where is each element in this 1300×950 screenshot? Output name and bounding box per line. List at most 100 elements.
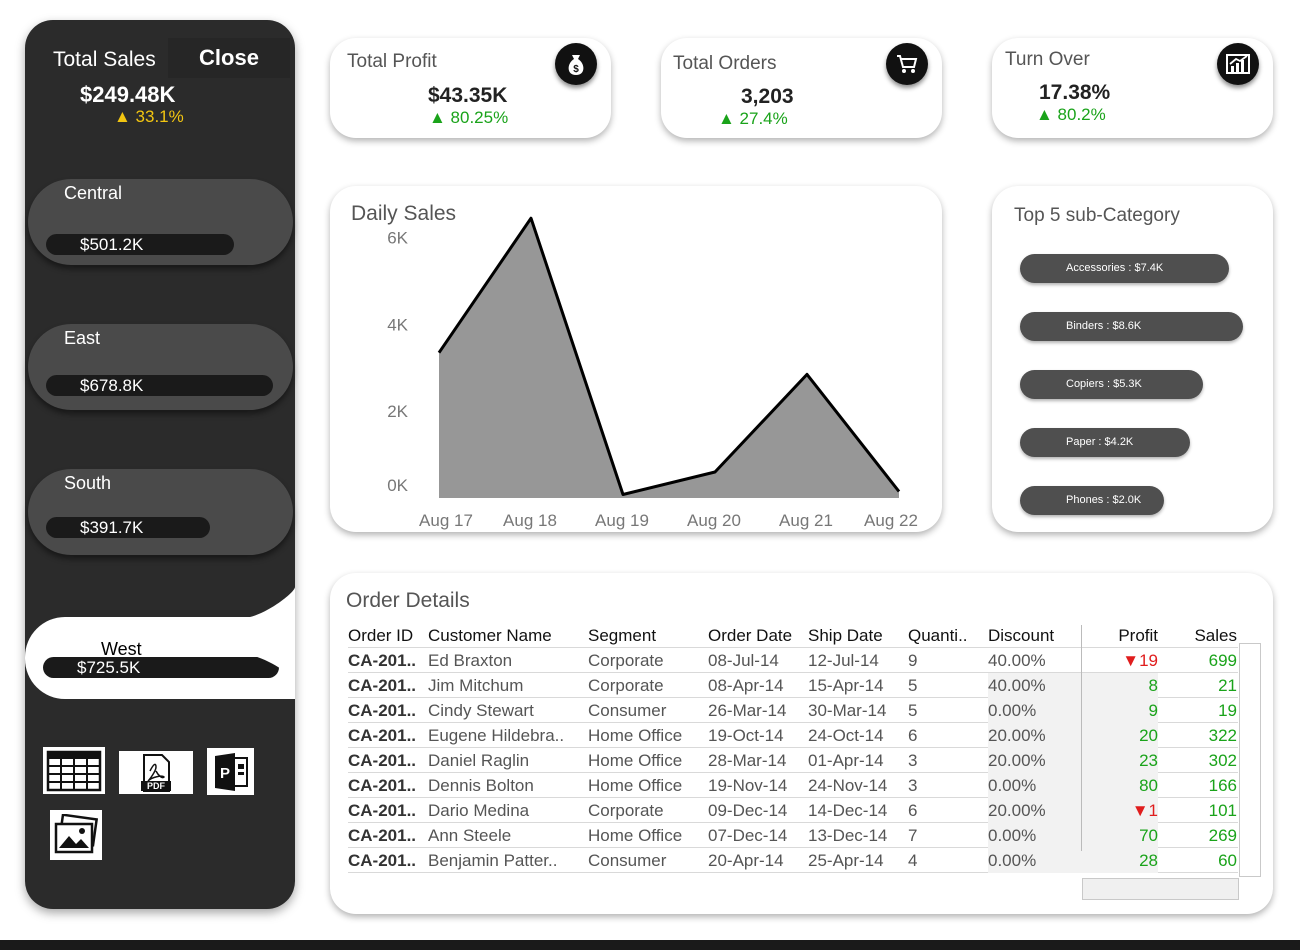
cell-order-date: 19-Oct-14 — [708, 726, 784, 745]
total-sales-title: Total Sales — [53, 48, 156, 71]
region-bar: $391.7K — [46, 517, 210, 538]
image-export-icon[interactable] — [50, 810, 102, 860]
cell-customer: Benjamin Patter.. — [428, 851, 558, 870]
table-export-icon[interactable] — [43, 747, 105, 794]
region-east[interactable]: East $678.8K — [28, 324, 293, 410]
cell-id: CA-201.. — [348, 826, 417, 845]
table-header: Order ID Customer Name Segment Order Date Sh… — [348, 623, 1238, 648]
column-header[interactable]: Discount — [988, 623, 1082, 648]
cell-sales: 19 — [1218, 701, 1237, 720]
cell-profit: 70 — [1082, 823, 1158, 848]
cell-order-date: 08-Jul-14 — [708, 651, 779, 670]
column-header[interactable]: Quanti.. — [908, 623, 986, 648]
column-header[interactable]: Ship Date — [808, 623, 906, 648]
subcategory-bar[interactable]: Copiers : $5.3K — [1020, 370, 1203, 399]
region-central[interactable]: Central $501.2K — [28, 179, 293, 265]
cell-segment: Home Office — [588, 826, 683, 845]
vertical-scrollbar[interactable] — [1239, 643, 1261, 877]
kpi-growth: ▲ 27.4% — [718, 109, 788, 128]
order-details-panel: Order Details Order ID Customer Name Segme… — [330, 573, 1273, 914]
cell-sales: 21 — [1218, 676, 1237, 695]
cell-profit: 20 — [1082, 723, 1158, 748]
daily-sales-chart: 6K 4K 2K 0K Aug 17 Aug 18 Aug 19 Aug 20 Aug 21 A… — [387, 216, 918, 530]
table-row[interactable]: CA-201.. Ann Steele Home Office 07-Dec-14 13… — [348, 823, 1238, 848]
cell-profit: 23 — [1082, 748, 1158, 773]
cell-customer: Daniel Raglin — [428, 751, 530, 770]
kpi-growth: ▲ 80.25% — [429, 108, 509, 127]
close-button[interactable]: Close — [168, 38, 290, 78]
horizontal-scrollbar[interactable] — [1082, 878, 1239, 900]
cell-order-date: 20-Apr-14 — [708, 851, 784, 870]
cell-ship-date: 12-Jul-14 — [808, 651, 879, 670]
cell-ship-date: 30-Mar-14 — [808, 701, 887, 720]
kpi-turn-over: Turn Over 17.38% ▲ 80.2% — [992, 38, 1273, 138]
cell-qty: 5 — [908, 676, 918, 695]
cell-discount: 20.00% — [988, 798, 1082, 823]
kpi-label: Total Profit — [347, 51, 437, 72]
table-row[interactable]: CA-201.. Dennis Bolton Home Office 19-Nov-1… — [348, 773, 1238, 798]
table-row[interactable]: CA-201.. Dario Medina Corporate 09-Dec-14 14… — [348, 798, 1238, 823]
kpi-growth: ▲ 80.2% — [1036, 105, 1106, 124]
powerpoint-export-icon[interactable]: P — [207, 748, 254, 795]
cell-ship-date: 25-Apr-14 — [808, 851, 884, 870]
cell-profit: 8 — [1082, 673, 1158, 698]
cell-ship-date: 01-Apr-14 — [808, 751, 884, 770]
cell-customer: Ann Steele — [428, 826, 512, 845]
cell-sales: 699 — [1208, 651, 1237, 670]
x-tick-label: Aug 18 — [503, 511, 557, 530]
top-subcategory-panel: Top 5 sub-Category Accessories : $7.4K B… — [992, 186, 1273, 532]
region-name: Central — [64, 183, 123, 203]
kpi-value: 17.38% — [1039, 81, 1111, 104]
column-header[interactable]: Segment — [588, 623, 706, 648]
column-header[interactable]: Order ID — [348, 623, 428, 648]
x-tick-label: Aug 21 — [779, 511, 833, 530]
table-row[interactable]: CA-201.. Daniel Raglin Home Office 28-Mar-1… — [348, 748, 1238, 773]
column-header[interactable]: Sales — [1158, 623, 1237, 648]
cell-segment: Corporate — [588, 801, 664, 820]
y-tick-label: 0K — [387, 476, 408, 495]
x-tick-label: Aug 20 — [687, 511, 741, 530]
column-header[interactable]: Profit — [1082, 623, 1158, 648]
order-details-title: Order Details — [346, 589, 470, 612]
region-bar: $678.8K — [46, 375, 273, 396]
cell-ship-date: 15-Apr-14 — [808, 676, 884, 695]
cell-discount: 0.00% — [988, 698, 1082, 723]
cell-sales: 166 — [1208, 776, 1237, 795]
region-name: South — [64, 473, 112, 493]
cell-order-date: 28-Mar-14 — [708, 751, 787, 770]
kpi-label: Total Orders — [673, 53, 777, 74]
cell-order-date: 19-Nov-14 — [708, 776, 788, 795]
subcategory-bar[interactable]: Binders : $8.6K — [1020, 312, 1243, 341]
cell-qty: 3 — [908, 751, 918, 770]
cell-id: CA-201.. — [348, 726, 417, 745]
region-bar: $501.2K — [46, 234, 234, 255]
cell-segment: Home Office — [588, 776, 683, 795]
kpi-value: $43.35K — [428, 84, 508, 107]
region-south[interactable]: South $391.7K — [28, 469, 293, 555]
pdf-export-icon[interactable]: PDF — [119, 751, 193, 794]
kpi-label: Turn Over — [1005, 49, 1090, 70]
cell-sales: 269 — [1208, 826, 1237, 845]
cell-customer: Cindy Stewart — [428, 701, 534, 720]
subcategory-bar[interactable]: Accessories : $7.4K — [1020, 254, 1229, 283]
table-row[interactable]: CA-201.. Benjamin Patter.. Consumer 20-Apr-… — [348, 848, 1238, 873]
cell-discount: 40.00% — [988, 651, 1046, 670]
cell-discount: 0.00% — [988, 823, 1082, 848]
cell-ship-date: 14-Dec-14 — [808, 801, 888, 820]
column-header[interactable]: Order Date — [708, 623, 806, 648]
table-row[interactable]: CA-201.. Eugene Hildebra.. Home Office 19-O… — [348, 723, 1238, 748]
cell-profit: 28 — [1082, 848, 1158, 873]
subcategory-bar[interactable]: Paper : $4.2K — [1020, 428, 1190, 457]
cell-profit: 9 — [1082, 698, 1158, 723]
top-subcategory-title: Top 5 sub-Category — [1014, 205, 1180, 226]
money-bag-icon: $ — [555, 43, 597, 85]
total-sales-growth: ▲ 33.1% — [114, 107, 184, 126]
cell-id: CA-201.. — [348, 776, 417, 795]
table-row[interactable]: CA-201.. Cindy Stewart Consumer 26-Mar-14 30… — [348, 698, 1238, 723]
table-row[interactable]: CA-201.. Jim Mitchum Corporate 08-Apr-14 15-… — [348, 673, 1238, 698]
table-row[interactable]: CA-201.. Ed Braxton Corporate 08-Jul-14 12-J… — [348, 648, 1238, 673]
column-header[interactable]: Customer Name — [428, 623, 586, 648]
cell-discount: 40.00% — [988, 673, 1082, 698]
cell-ship-date: 24-Oct-14 — [808, 726, 884, 745]
subcategory-bar[interactable]: Phones : $2.0K — [1020, 486, 1164, 515]
